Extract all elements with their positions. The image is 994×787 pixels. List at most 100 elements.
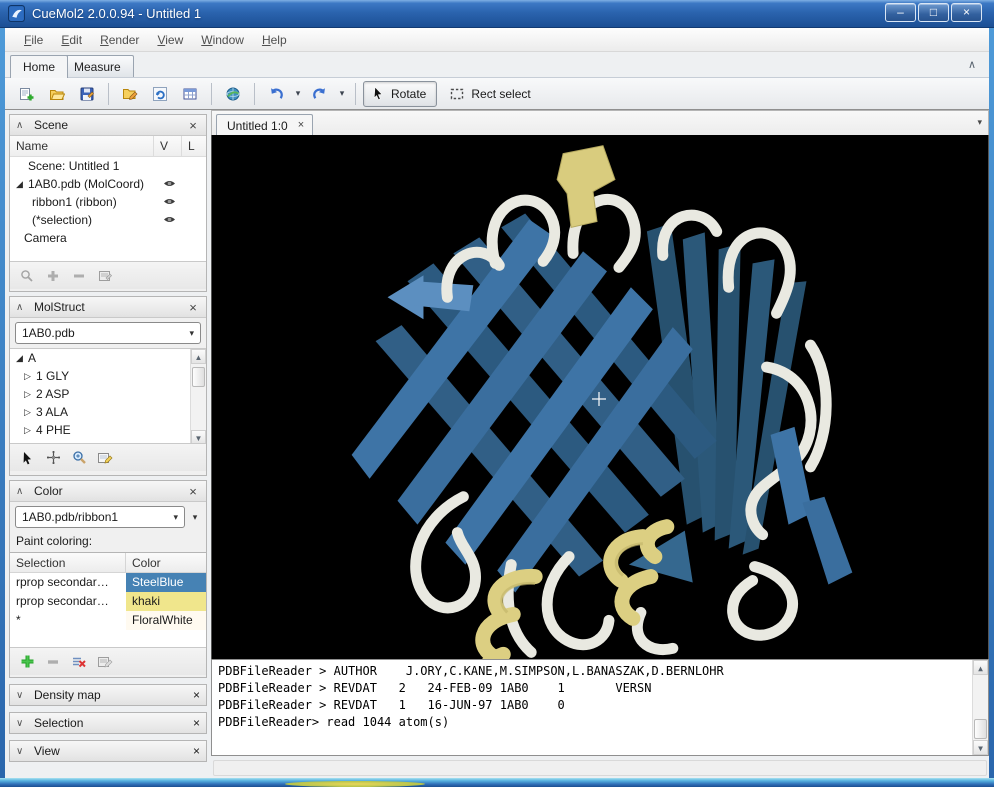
log-console[interactable]: PDBFileReader > AUTHOR J.ORY,C.KANE,M.SI…: [211, 659, 989, 756]
visibility-eye-icon[interactable]: [163, 215, 176, 224]
density-map-panel-close-icon[interactable]: ×: [193, 688, 200, 702]
molecular-viewport[interactable]: [211, 135, 989, 659]
expand-chevron-icon[interactable]: ∨: [16, 746, 28, 757]
viewport-tab-dropdown-icon[interactable]: ▾: [977, 117, 982, 128]
molstruct-panel-header[interactable]: ∧ MolStruct ×: [10, 297, 206, 318]
view-panel-close-icon[interactable]: ×: [193, 744, 200, 758]
color-target-combo[interactable]: 1AB0.pdb/ribbon1 ▾: [15, 506, 185, 528]
redo-button[interactable]: [306, 81, 334, 107]
color-panel-header[interactable]: ∧ Color ×: [10, 481, 206, 502]
properties-icon[interactable]: [96, 267, 114, 285]
column-lock[interactable]: L: [182, 136, 206, 156]
scrollbar-thumb[interactable]: [192, 367, 205, 387]
molstruct-row-chain-a[interactable]: ◢ A: [10, 349, 206, 367]
molstruct-scrollbar[interactable]: ▲ ▼: [190, 349, 206, 444]
remove-icon[interactable]: [70, 267, 88, 285]
tab-measure[interactable]: Measure: [61, 55, 134, 78]
save-scene-button[interactable]: [73, 81, 101, 107]
network-pdb-button[interactable]: [219, 81, 247, 107]
collapsed-icon[interactable]: ▷: [24, 389, 36, 400]
maximize-button[interactable]: □: [918, 3, 949, 22]
properties-icon[interactable]: [96, 653, 114, 671]
menu-window[interactable]: Window: [192, 30, 253, 50]
paint-col-color[interactable]: Color: [126, 553, 206, 572]
visibility-eye-icon[interactable]: [163, 179, 176, 188]
add-paint-icon[interactable]: [18, 653, 36, 671]
molstruct-row-res3[interactable]: ▷ 3 ALA: [10, 403, 206, 421]
scroll-up-icon[interactable]: ▲: [973, 660, 988, 675]
undo-button[interactable]: [262, 81, 290, 107]
menu-render[interactable]: Render: [91, 30, 148, 50]
close-button[interactable]: ×: [951, 3, 982, 22]
selection-panel-close-icon[interactable]: ×: [193, 716, 200, 730]
visibility-eye-icon[interactable]: [163, 197, 176, 206]
column-visible[interactable]: V: [154, 136, 182, 156]
undo-dropdown[interactable]: ▾: [292, 88, 304, 99]
collapsed-icon[interactable]: ▷: [24, 425, 36, 436]
paint-row-steelblue[interactable]: rprop secondar… SteelBlue: [10, 573, 206, 592]
color-panel-close-icon[interactable]: ×: [186, 484, 200, 499]
menu-view[interactable]: View: [148, 30, 192, 50]
collapse-chevron-icon[interactable]: ∧: [16, 302, 28, 313]
molstruct-row-res2[interactable]: ▷ 2 ASP: [10, 385, 206, 403]
scroll-down-icon[interactable]: ▼: [191, 430, 206, 444]
viewport-tab[interactable]: Untitled 1:0 ×: [216, 114, 313, 136]
expanded-icon[interactable]: ◢: [16, 179, 28, 190]
titlebar[interactable]: CueMol2 2.0.0.94 - Untitled 1 – □ ×: [0, 0, 994, 28]
molstruct-row-res4[interactable]: ▷ 4 PHE: [10, 421, 206, 439]
scene-panel-header[interactable]: ∧ Scene ×: [10, 115, 206, 136]
paint-row-floralwhite[interactable]: * FloralWhite: [10, 611, 206, 630]
new-scene-button[interactable]: [13, 81, 41, 107]
paint-row-khaki[interactable]: rprop secondar… khaki: [10, 592, 206, 611]
view-panel-header[interactable]: ∨ View ×: [9, 740, 207, 762]
scrollbar-thumb[interactable]: [974, 719, 987, 739]
table-view-button[interactable]: [176, 81, 204, 107]
paint-col-selection[interactable]: Selection: [10, 553, 126, 572]
open-file-button[interactable]: [116, 81, 144, 107]
selection-panel-header[interactable]: ∨ Selection ×: [9, 712, 207, 734]
color-menu-dropdown[interactable]: ▾: [189, 512, 201, 523]
select-cursor-icon[interactable]: [18, 449, 36, 467]
clear-paints-icon[interactable]: [70, 653, 88, 671]
tab-home[interactable]: Home: [10, 55, 68, 78]
add-icon[interactable]: [44, 267, 62, 285]
viewport-tab-close-icon[interactable]: ×: [298, 119, 304, 136]
menu-file[interactable]: File: [15, 30, 52, 50]
open-scene-button[interactable]: [43, 81, 71, 107]
scene-row-ribbon1[interactable]: ribbon1 (ribbon): [10, 193, 206, 211]
menu-help[interactable]: Help: [253, 30, 296, 50]
zoom-icon[interactable]: [18, 267, 36, 285]
molstruct-combo-value: 1AB0.pdb: [22, 326, 189, 340]
molstruct-panel-close-icon[interactable]: ×: [186, 300, 200, 315]
menu-edit[interactable]: Edit: [52, 30, 91, 50]
scene-row-camera[interactable]: Camera: [10, 229, 206, 247]
collapse-chevron-icon[interactable]: ∧: [16, 486, 28, 497]
density-map-panel-header[interactable]: ∨ Density map ×: [9, 684, 207, 706]
ribbon-collapse-button[interactable]: ∧: [963, 56, 981, 74]
scene-row-scene[interactable]: Scene: Untitled 1: [10, 157, 206, 175]
scene-row-selection[interactable]: (*selection): [10, 211, 206, 229]
log-scrollbar[interactable]: ▲ ▼: [972, 660, 988, 755]
expand-chevron-icon[interactable]: ∨: [16, 718, 28, 729]
scroll-up-icon[interactable]: ▲: [191, 349, 206, 364]
expand-chevron-icon[interactable]: ∨: [16, 690, 28, 701]
redo-dropdown[interactable]: ▾: [336, 88, 348, 99]
reload-button[interactable]: [146, 81, 174, 107]
scene-panel-close-icon[interactable]: ×: [186, 118, 200, 133]
center-view-icon[interactable]: [44, 449, 62, 467]
collapsed-icon[interactable]: ▷: [24, 407, 36, 418]
rect-select-button[interactable]: Rect select: [439, 81, 540, 107]
rotate-tool-button[interactable]: Rotate: [363, 81, 437, 107]
molstruct-row-res1[interactable]: ▷ 1 GLY: [10, 367, 206, 385]
collapse-chevron-icon[interactable]: ∧: [16, 120, 28, 131]
collapsed-icon[interactable]: ▷: [24, 371, 36, 382]
molstruct-combo[interactable]: 1AB0.pdb ▾: [15, 322, 201, 344]
scene-row-molcoord[interactable]: ◢ 1AB0.pdb (MolCoord): [10, 175, 206, 193]
properties-edit-icon[interactable]: [96, 449, 114, 467]
minimize-button[interactable]: –: [885, 3, 916, 22]
zoom-in-icon[interactable]: [70, 449, 88, 467]
column-name[interactable]: Name: [10, 136, 154, 156]
scroll-down-icon[interactable]: ▼: [973, 740, 988, 755]
expanded-icon[interactable]: ◢: [16, 353, 28, 364]
remove-paint-icon[interactable]: [44, 653, 62, 671]
